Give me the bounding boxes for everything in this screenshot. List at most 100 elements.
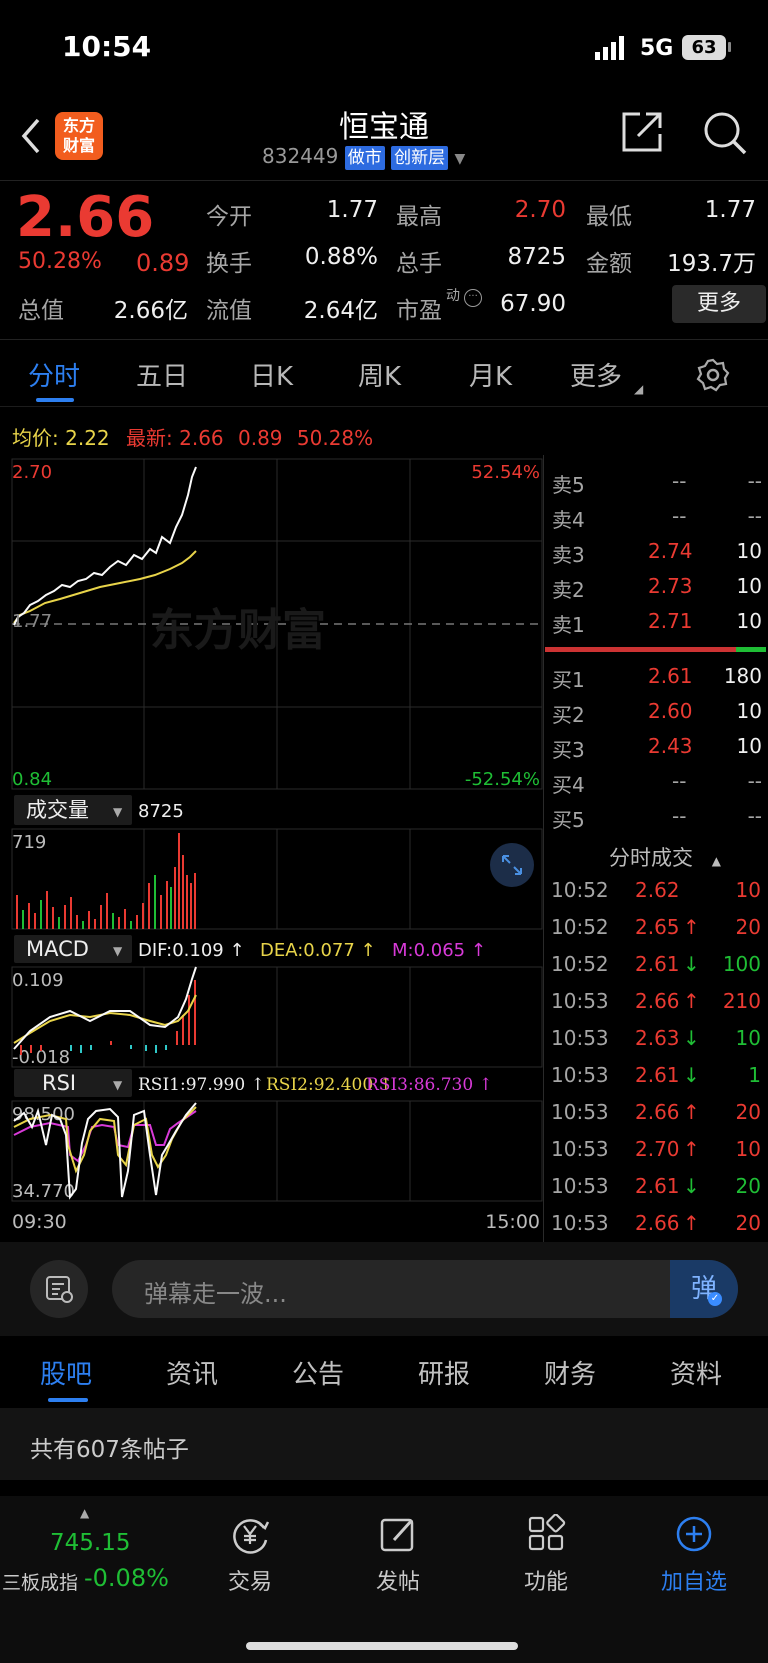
trade-price: 2.66 — [635, 989, 680, 1013]
pct-axis-top: 52.54% — [471, 462, 540, 483]
trade-time: 10:53 — [551, 1100, 609, 1124]
ask-volume: 10 — [736, 539, 762, 563]
intraday-chart[interactable]: 东方财富 2.70 1.77 0.84 52.54% -52.54% 成交量 ▼… — [0, 455, 545, 1245]
network-label: 5G — [640, 36, 674, 61]
nav-functions[interactable]: 功能 — [486, 1513, 606, 1596]
nav-post-label: 发帖 — [375, 1570, 420, 1595]
trades-title[interactable]: 分时成交 ▲ — [609, 842, 721, 872]
signal-icon — [595, 36, 629, 64]
last-label: 最新: — [126, 426, 173, 450]
nav-add-watchlist[interactable]: 加自选 — [634, 1514, 754, 1596]
settings-gear-icon[interactable] — [696, 358, 730, 396]
danmu-toggle-button[interactable]: 弹 ✓ — [670, 1260, 738, 1318]
label-pe: 市盈 — [396, 298, 442, 324]
tab-profile[interactable]: 资料 — [670, 1354, 722, 1391]
bid-price: -- — [672, 769, 687, 793]
macd-axis-top: 0.109 — [12, 970, 64, 991]
tab-news[interactable]: 资讯 — [166, 1354, 218, 1391]
trade-volume: 20 — [735, 1100, 761, 1124]
tab-announcements[interactable]: 公告 — [292, 1354, 344, 1391]
label-high: 最高 — [396, 204, 442, 230]
tab-intraday[interactable]: 分时 — [28, 356, 80, 393]
tab-financials[interactable]: 财务 — [544, 1354, 596, 1391]
tab-active-indicator — [36, 398, 74, 402]
trades-title-text: 分时成交 — [609, 846, 693, 870]
caret-down-icon: ▼ — [454, 151, 466, 167]
volume-axis-max: 719 — [12, 832, 46, 853]
ask-price: -- — [672, 469, 687, 493]
tab-active-indicator — [48, 1398, 88, 1402]
more-button[interactable]: 更多 — [672, 285, 766, 323]
danmu-input[interactable]: 弹幕走一波... 弹 ✓ — [112, 1260, 738, 1318]
search-icon[interactable] — [702, 110, 748, 160]
trade-volume: 20 — [735, 1174, 761, 1198]
plus-circle-icon — [676, 1516, 712, 1552]
ask-volume: -- — [747, 504, 762, 528]
tag-innovation: 创新层 — [391, 146, 449, 170]
trade-volume: 20 — [735, 1211, 761, 1235]
last-price: 2.66 — [16, 185, 155, 250]
trade-price: 2.63 — [635, 1026, 680, 1050]
trade-direction: ↑ — [683, 1100, 700, 1124]
time-axis-end: 15:00 — [485, 1211, 540, 1233]
trade-row: 10:53 2.66 ↑ 210 — [551, 989, 761, 1026]
trade-price: 2.66 — [635, 1211, 680, 1235]
macd-dif: DIF:0.109 ↑ — [138, 940, 245, 961]
rsi-axis-bottom: 34.770 — [12, 1181, 75, 1202]
tab-daily-k[interactable]: 日K — [250, 356, 293, 393]
trade-price: 2.62 — [635, 878, 680, 902]
bid-volume: -- — [747, 769, 762, 793]
tab-more[interactable]: 更多 — [570, 356, 622, 393]
trade-price: 2.61 — [635, 952, 680, 976]
trade-volume: 210 — [722, 989, 761, 1013]
trade-time: 10:52 — [551, 915, 609, 939]
value-amount: 193.7万 — [667, 251, 756, 277]
trade-direction: ↓ — [683, 1026, 700, 1050]
macd-dea-line — [13, 994, 197, 1044]
header: 东方 财富 恒宝通 832449 做市 创新层 ▼ — [0, 100, 768, 180]
intraday-legend: 均价: 2.22 最新: 2.66 0.89 50.28% — [12, 422, 373, 451]
avg-value: 2.22 — [65, 426, 110, 450]
bid-price: 2.61 — [648, 664, 693, 688]
trade-row: 10:53 2.61 ↓ 1 — [551, 1063, 761, 1100]
trade-row: 10:52 2.65 ↑ 20 — [551, 915, 761, 952]
bid-volume: 10 — [736, 699, 762, 723]
ask-label: 卖4 — [552, 508, 585, 532]
trade-time: 10:53 — [551, 1026, 609, 1050]
ask-price: 2.74 — [648, 539, 693, 563]
stock-subtitle[interactable]: 832449 做市 创新层 ▼ — [262, 144, 465, 170]
dropdown-icon: ▼ — [113, 944, 123, 958]
trade-price: 2.61 — [635, 1063, 680, 1087]
price-axis-bottom: 0.84 — [12, 769, 52, 790]
share-icon[interactable] — [620, 110, 664, 158]
danmu-placeholder: 弹幕走一波... — [144, 1280, 287, 1308]
trade-volume: 100 — [722, 952, 761, 976]
trade-time: 10:53 — [551, 1174, 609, 1198]
nav-trade[interactable]: 交易 — [190, 1514, 310, 1596]
last-value: 2.66 — [179, 426, 224, 450]
trade-row: 10:53 2.70 ↑ 10 — [551, 1137, 761, 1174]
price-axis-top: 2.70 — [12, 462, 52, 483]
tab-five-day[interactable]: 五日 — [136, 356, 188, 393]
trade-direction: ↑ — [683, 915, 700, 939]
stock-code: 832449 — [262, 144, 339, 168]
tab-research[interactable]: 研报 — [418, 1354, 470, 1391]
watermark: 东方财富 — [150, 605, 326, 656]
tab-monthly-k[interactable]: 月K — [469, 356, 512, 393]
bid-price: 2.43 — [648, 734, 693, 758]
dropdown-icon: ▼ — [113, 1078, 123, 1092]
tab-weekly-k[interactable]: 周K — [358, 356, 401, 393]
ask-price: 2.71 — [648, 609, 693, 633]
bid-row: 买3 2.43 10 — [552, 734, 762, 768]
bid-row: 买5 -- -- — [552, 804, 762, 838]
index-ticker[interactable]: ▲ 745.15 三板成指 -0.08% — [0, 1506, 180, 1596]
order-book: 卖5 -- -- 卖4 -- -- 卖3 2.74 10 卖2 2.73 10 卖1 2.71 10… — [545, 455, 768, 832]
trade-time: 10:53 — [551, 1211, 609, 1235]
danmu-settings-button[interactable] — [30, 1260, 88, 1318]
ask-volume: -- — [747, 469, 762, 493]
bid-row: 买4 -- -- — [552, 769, 762, 803]
nav-post[interactable]: 发帖 — [338, 1514, 458, 1596]
tab-forum[interactable]: 股吧 — [40, 1354, 92, 1391]
price-axis-mid: 1.77 — [12, 611, 52, 632]
expand-chart-button[interactable] — [490, 843, 534, 887]
